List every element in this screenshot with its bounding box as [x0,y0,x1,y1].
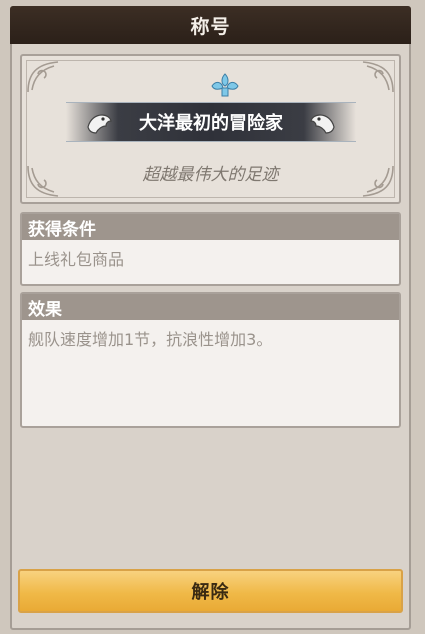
title-card: 大洋最初的冒险家 超越最伟大的足迹 [20,54,401,204]
corner-flourish-icon [26,60,60,94]
panel-title: 称号 [190,15,231,38]
effect-section: 效果 舰队速度增加1节，抗浪性增加3。 [20,292,401,428]
condition-text: 上线礼包商品 [28,250,125,269]
condition-heading: 获得条件 [22,214,399,240]
fleur-ornament-icon [208,72,242,98]
corner-flourish-icon [361,60,395,94]
effect-text: 舰队速度增加1节，抗浪性增加3。 [28,330,273,349]
dismiss-label: 解除 [191,582,230,603]
dismiss-button[interactable]: 解除 [18,569,403,613]
effect-heading: 效果 [22,294,399,320]
title-name: 大洋最初的冒险家 [139,113,283,134]
title-banner: 大洋最初的冒险家 [66,102,356,142]
condition-section: 获得条件 上线礼包商品 [20,212,401,286]
panel-header: 称号 [10,6,411,44]
ship-figurehead-icon [308,107,338,137]
title-subtitle: 超越最伟大的足迹 [142,165,279,185]
ship-figurehead-icon [84,107,114,137]
